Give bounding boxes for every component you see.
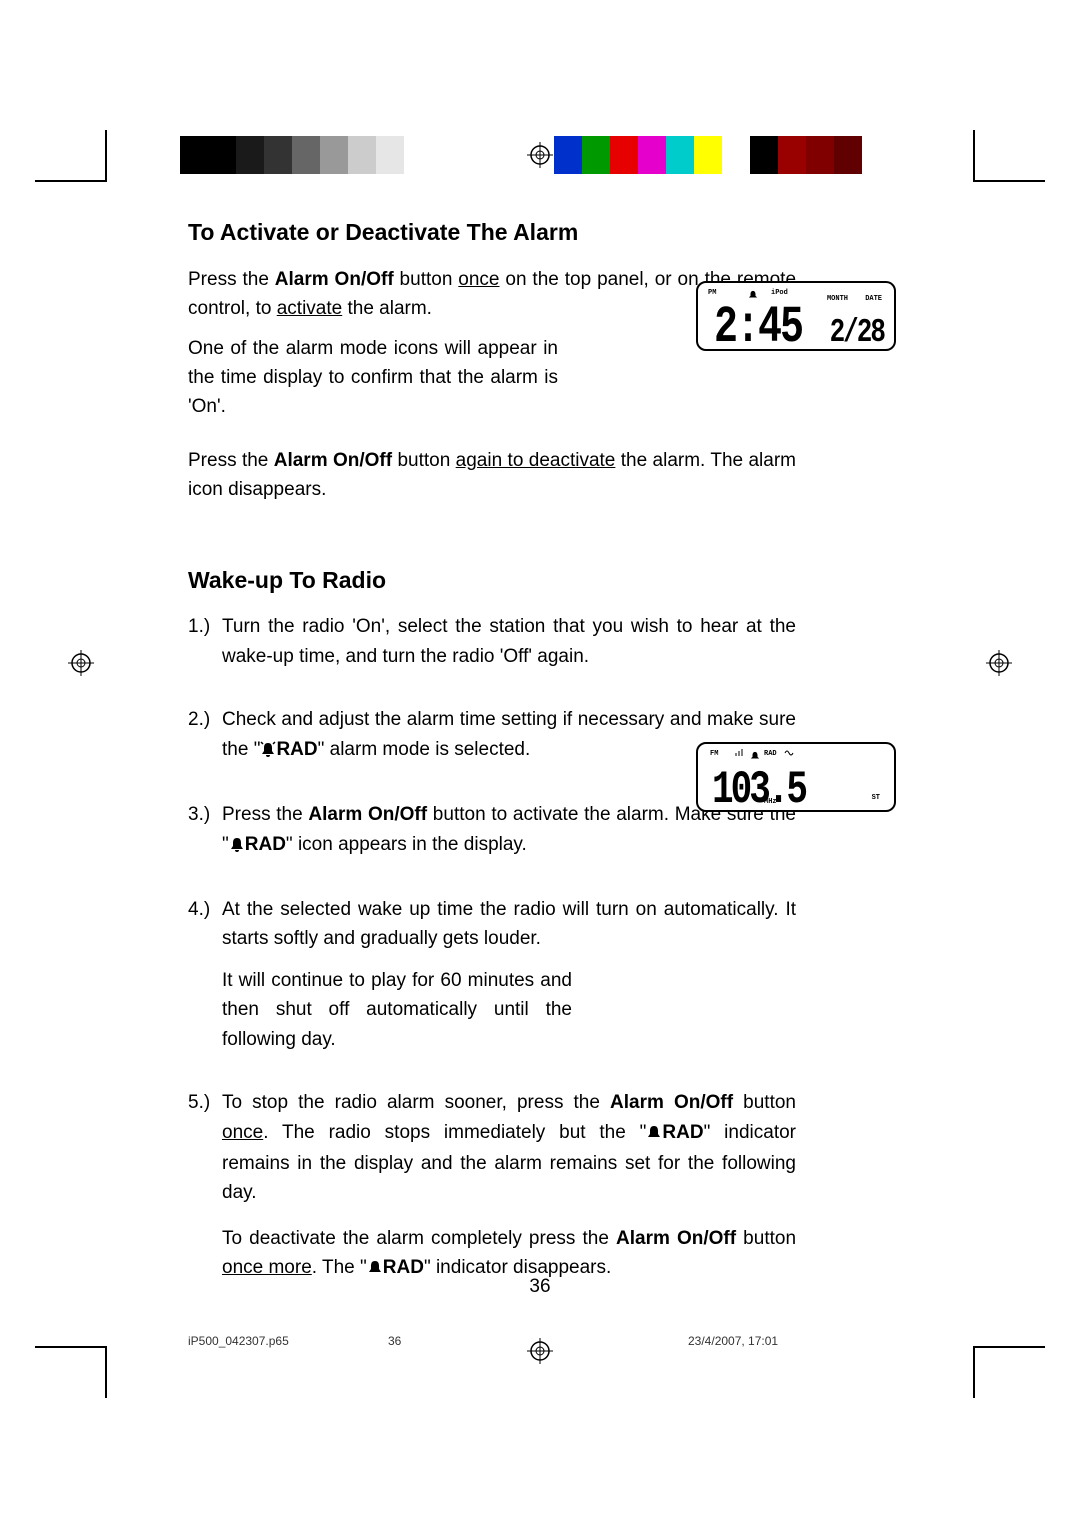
- swatch-white: [722, 136, 750, 174]
- lcd-stereo-label: ST: [872, 794, 880, 802]
- lcd-frequency-value: 103.5: [712, 763, 805, 816]
- page-container: To Activate or Deactivate The Alarm Pres…: [0, 0, 1080, 1528]
- swatch-darkred: [778, 136, 806, 174]
- swatch-darkred: [834, 136, 862, 174]
- signal-icon: [734, 748, 746, 761]
- list-item-5: 5.) To stop the radio alarm sooner, pres…: [188, 1088, 796, 1297]
- sound-wave-icon: [784, 748, 794, 761]
- swatch-black: [208, 136, 236, 174]
- lcd-month-label: MONTH: [827, 295, 848, 303]
- crop-mark-top-left: [75, 130, 107, 182]
- lcd-fm-label: FM: [710, 750, 718, 758]
- lcd-pm-label: PM: [708, 289, 716, 297]
- alarm-bell-icon: [646, 1120, 662, 1149]
- lcd-ipod-label: iPod: [771, 289, 788, 297]
- swatch-black: [180, 136, 208, 174]
- swatch-gray: [236, 136, 264, 174]
- swatch-cyan: [666, 136, 694, 174]
- swatch-darkred: [806, 136, 834, 174]
- heading-activate-alarm: To Activate or Deactivate The Alarm: [188, 215, 796, 251]
- swatch-gray: [264, 136, 292, 174]
- page-number: 36: [0, 1276, 1080, 1298]
- swatch-gray: [348, 136, 376, 174]
- para-activate-3: Press the Alarm On/Off button again to d…: [188, 446, 796, 505]
- footer-timestamp: 23/4/2007, 17:01: [548, 1334, 896, 1348]
- para-activate-2: One of the alarm mode icons will appear …: [188, 334, 558, 422]
- swatch-green: [582, 136, 610, 174]
- swatch-gray: [292, 136, 320, 174]
- crop-mark-top-right: [973, 130, 1005, 182]
- swatch-yellow: [694, 136, 722, 174]
- swatch-gray: [320, 136, 348, 174]
- registration-mark-right: [986, 650, 1012, 676]
- swatch-red: [610, 136, 638, 174]
- lcd-mhz-label: MHz: [764, 798, 777, 806]
- registration-mark-left: [68, 650, 94, 676]
- heading-wakeup-radio: Wake-up To Radio: [188, 563, 796, 599]
- swatch-gray: [376, 136, 404, 174]
- lcd-date-value: 2/28: [830, 313, 884, 352]
- list-item-4: 4.) At the selected wake up time the rad…: [188, 895, 796, 1066]
- alarm-bell-icon: [260, 737, 276, 766]
- crop-mark-bottom-right: [973, 1346, 1005, 1398]
- print-footer: iP500_042307.p65 36 23/4/2007, 17:01: [188, 1334, 896, 1348]
- lcd-rad-label: RAD: [764, 750, 777, 758]
- swatch-black: [750, 136, 778, 174]
- swatch-magenta: [638, 136, 666, 174]
- crop-mark-bottom-left: [75, 1346, 107, 1398]
- swatch-blue: [554, 136, 582, 174]
- footer-page: 36: [388, 1334, 548, 1348]
- list-item-1: 1.) Turn the radio 'On', select the stat…: [188, 612, 796, 683]
- lcd-display-clock: PM iPod 2:45 MONTH DATE 2/28: [696, 281, 896, 351]
- lcd-display-radio: FM RAD 103.5 MHz ST: [696, 742, 896, 812]
- alarm-bell-icon: [229, 832, 245, 861]
- footer-filename: iP500_042307.p65: [188, 1334, 388, 1348]
- lcd-time-value: 2:45: [714, 299, 802, 358]
- print-color-bar: [112, 136, 968, 174]
- lcd-date-label: DATE: [865, 295, 882, 303]
